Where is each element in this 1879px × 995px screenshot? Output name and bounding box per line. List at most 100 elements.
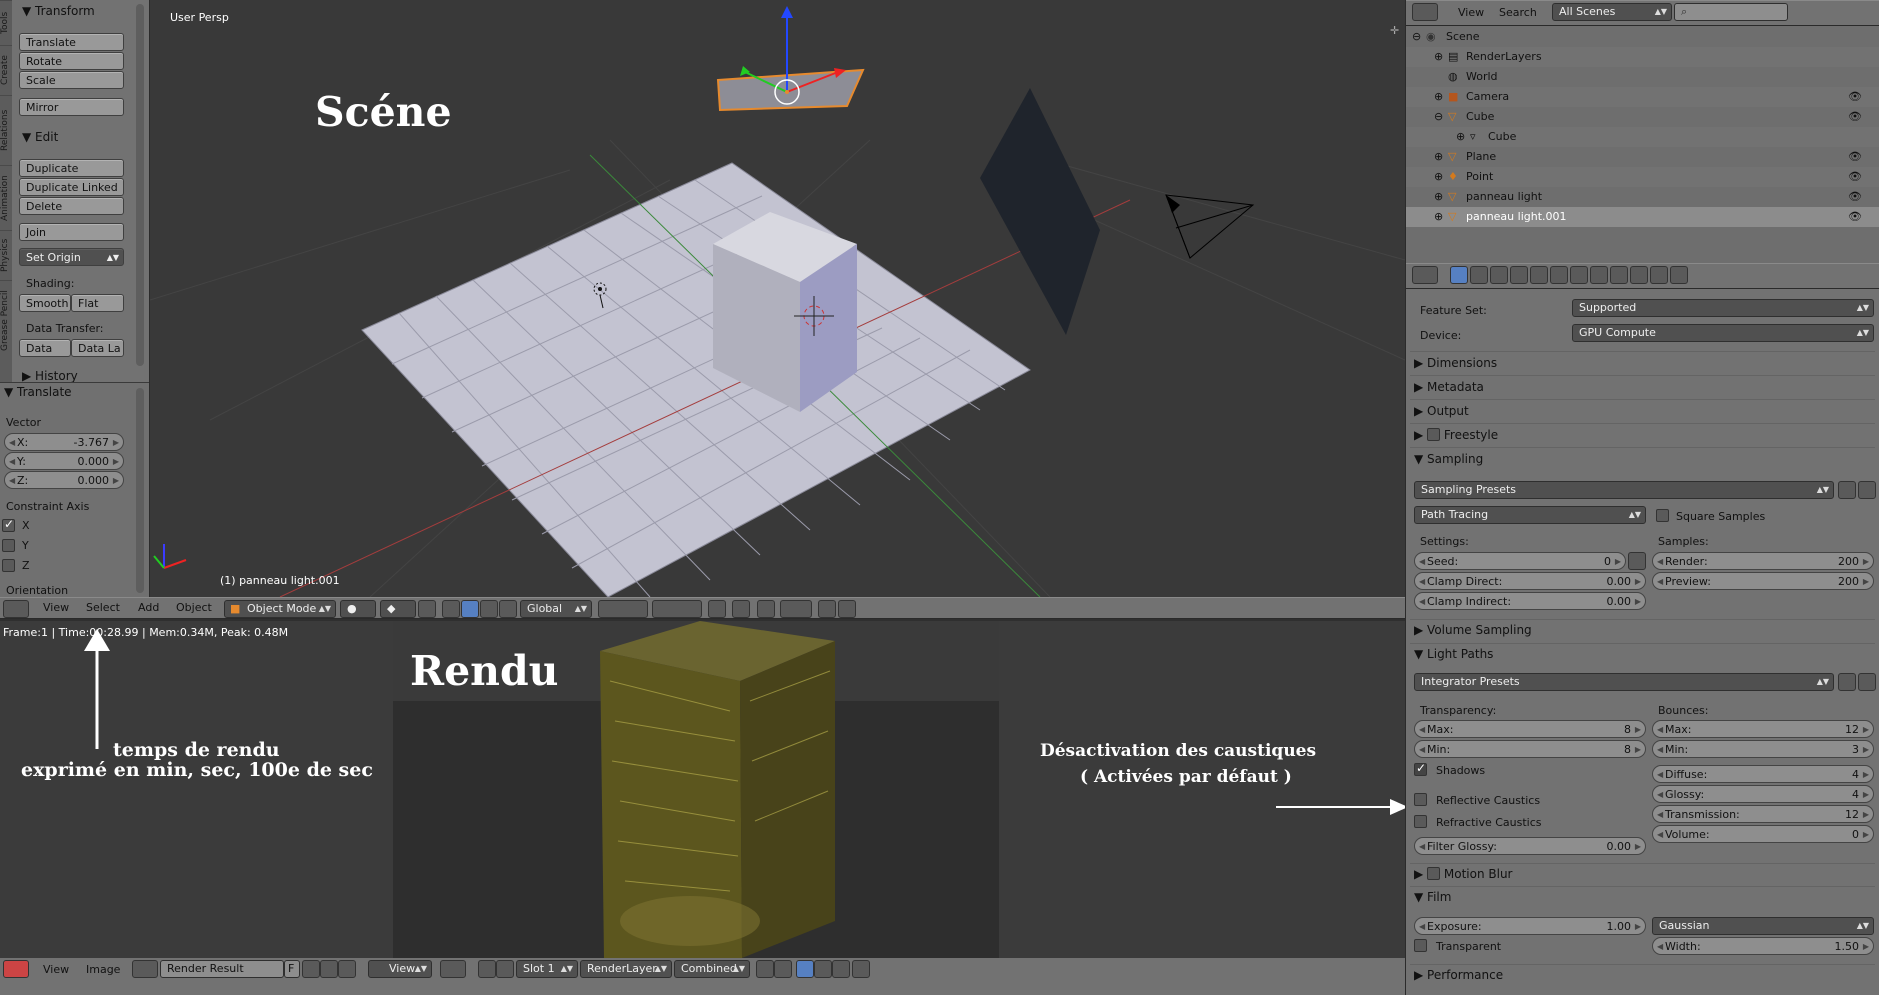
open-image-icon[interactable] (320, 960, 338, 978)
rotate-manipulator-icon[interactable] (461, 600, 479, 618)
bounces-min-field[interactable]: ◀ Min: 3 ▶ (1652, 740, 1874, 758)
performance-section[interactable]: ▶ Performance (1414, 965, 1503, 985)
viewport-shading-dropdown[interactable]: ● (340, 600, 376, 618)
layers-grid-1[interactable] (598, 600, 648, 618)
add-integrator-preset-icon[interactable] (1838, 673, 1856, 691)
visibility-eye-icon[interactable]: 👁 (1848, 187, 1862, 207)
scene-tab-icon[interactable] (1490, 266, 1508, 284)
texture-tab-icon[interactable] (1630, 266, 1648, 284)
output-section[interactable]: ▶ Output (1414, 401, 1469, 421)
particles-tab-icon[interactable] (1650, 266, 1668, 284)
alpha-channel-icon[interactable] (814, 960, 832, 978)
transmission-bounces-field[interactable]: ◀ Transmission: 12 ▶ (1652, 805, 1874, 823)
translate-manipulator-icon[interactable] (442, 600, 460, 618)
outliner-row-plane[interactable]: ⊕ ▽ Plane 👁 (1406, 147, 1879, 167)
modifiers-tab-icon[interactable] (1570, 266, 1588, 284)
constraints-tab-icon[interactable] (1550, 266, 1568, 284)
render-layer-dropdown[interactable]: RenderLayer ▲▼ (580, 960, 672, 978)
metadata-section[interactable]: ▶ Metadata (1414, 377, 1484, 397)
outliner-row-panneau-light[interactable]: ⊕ ▽ panneau light 👁 (1406, 187, 1879, 207)
image-editor[interactable]: Frame:1 | Time:00:28.99 | Mem:0.34M, Pea… (0, 621, 1405, 958)
preview-samples-field[interactable]: ◀ Preview: 200 ▶ (1652, 572, 1874, 590)
tab-create[interactable]: Create (0, 45, 12, 95)
data-layers-button[interactable]: Data La (71, 339, 124, 357)
lock-layers-icon[interactable] (708, 600, 726, 618)
tab-tools[interactable]: Tools (0, 0, 12, 45)
physics-tab-icon[interactable] (1670, 266, 1688, 284)
fake-user-button[interactable]: F (284, 960, 300, 978)
outliner-row-cube-mesh[interactable]: ⊕ ▿ Cube (1406, 127, 1879, 147)
menu-add[interactable]: Add (138, 601, 159, 614)
vector-y-field[interactable]: ◀ Y: 0.000 ▶ (4, 452, 124, 470)
draw-channels-icon[interactable] (796, 960, 814, 978)
vector-x-field[interactable]: ◀ X: -3.767 ▶ (4, 433, 124, 451)
square-samples-checkbox[interactable] (1656, 509, 1669, 522)
close-image-icon[interactable] (338, 960, 356, 978)
tab-animation[interactable]: Animation (0, 165, 12, 230)
render-pass-dropdown[interactable]: Combined ▲▼ (674, 960, 750, 978)
image-name-field[interactable]: Render Result (160, 960, 284, 978)
seed-field[interactable]: ◀ Seed: 0 ▶ (1414, 552, 1626, 570)
motion-blur-section[interactable]: ▶ Motion Blur (1414, 864, 1512, 884)
menu-view[interactable]: View (43, 601, 69, 614)
visibility-eye-icon[interactable]: 👁 (1848, 147, 1862, 167)
feature-set-dropdown[interactable]: Supported ▲▼ (1572, 299, 1874, 317)
constraint-y-checkbox[interactable] (2, 539, 15, 552)
outliner-row-camera[interactable]: ⊕ ■ Camera 👁 (1406, 87, 1879, 107)
render-layers-tab-icon[interactable] (1470, 266, 1488, 284)
material-tab-icon[interactable] (1610, 266, 1628, 284)
orientation-dropdown[interactable]: Global ▲▼ (520, 600, 592, 618)
freestyle-checkbox[interactable] (1427, 428, 1441, 441)
outliner-row-scene[interactable]: ⊖ ◉ Scene (1406, 27, 1879, 47)
transparency-max-field[interactable]: ◀ Max: 8 ▶ (1414, 720, 1646, 738)
render-icon[interactable] (818, 600, 836, 618)
next-slot-icon[interactable] (496, 960, 514, 978)
visibility-eye-icon[interactable]: 👁 (1848, 107, 1862, 127)
image-browse-icon[interactable] (132, 960, 158, 978)
volume-bounces-field[interactable]: ◀ Volume: 0 ▶ (1652, 825, 1874, 843)
world-tab-icon[interactable] (1510, 266, 1528, 284)
transform-widget-icon[interactable] (499, 600, 517, 618)
menu-image[interactable]: Image (86, 963, 120, 976)
edit-panel-header[interactable]: ▼ Edit (22, 128, 58, 146)
viewport-plus-icon[interactable]: ✛ (1390, 24, 1402, 37)
menu-image-view[interactable]: View (43, 963, 69, 976)
object-tab-icon[interactable] (1530, 266, 1548, 284)
tab-grease-pencil[interactable]: Grease Pencil (0, 280, 12, 360)
tool-shelf-scrollbar[interactable] (136, 4, 144, 366)
rotate-button[interactable]: Rotate (19, 52, 124, 70)
transparency-min-field[interactable]: ◀ Min: 8 ▶ (1414, 740, 1646, 758)
render-samples-field[interactable]: ◀ Render: 200 ▶ (1652, 552, 1874, 570)
tab-relations[interactable]: Relations (0, 95, 12, 165)
outliner-row-world[interactable]: ◍ World (1406, 67, 1879, 87)
outliner-type-icon[interactable] (1412, 3, 1438, 21)
data-tab-icon[interactable] (1590, 266, 1608, 284)
editor-type-icon[interactable] (3, 600, 29, 618)
motion-blur-checkbox[interactable] (1427, 867, 1441, 880)
shadows-checkbox[interactable] (1414, 761, 1427, 776)
add-preset-icon[interactable] (1838, 481, 1856, 499)
snap-dropdown[interactable] (780, 600, 812, 618)
operator-scrollbar[interactable] (136, 388, 144, 593)
filter-type-dropdown[interactable]: Gaussian ▲▼ (1652, 917, 1874, 935)
glossy-bounces-field[interactable]: ◀ Glossy: 4 ▶ (1652, 785, 1874, 803)
operator-header[interactable]: ▼ Translate (4, 383, 72, 401)
render-tab-icon[interactable] (1450, 266, 1468, 284)
menu-object[interactable]: Object (176, 601, 212, 614)
mirror-button[interactable]: Mirror (19, 98, 124, 116)
outliner-row-cube[interactable]: ⊖ ▽ Cube 👁 (1406, 107, 1879, 127)
menu-select[interactable]: Select (86, 601, 120, 614)
light-paths-section[interactable]: ▼ Light Paths (1414, 644, 1493, 664)
prev-slot-icon[interactable] (478, 960, 496, 978)
outliner-search-input[interactable]: ⌕ (1674, 3, 1788, 21)
bounces-max-field[interactable]: ◀ Max: 12 ▶ (1652, 720, 1874, 738)
duplicate-linked-button[interactable]: Duplicate Linked (19, 178, 124, 196)
3d-viewport[interactable]: User Persp (1) panneau light.001 Scéne ✛ (150, 0, 1405, 597)
dimensions-section[interactable]: ▶ Dimensions (1414, 353, 1497, 373)
next-pass-icon[interactable] (774, 960, 792, 978)
translate-button[interactable]: Translate (19, 33, 124, 51)
scale-manipulator-icon[interactable] (480, 600, 498, 618)
filter-width-field[interactable]: ◀ Width: 1.50 ▶ (1652, 937, 1874, 955)
menu-outliner-search[interactable]: Search (1499, 6, 1537, 19)
image-editor-type-icon[interactable] (3, 960, 29, 978)
